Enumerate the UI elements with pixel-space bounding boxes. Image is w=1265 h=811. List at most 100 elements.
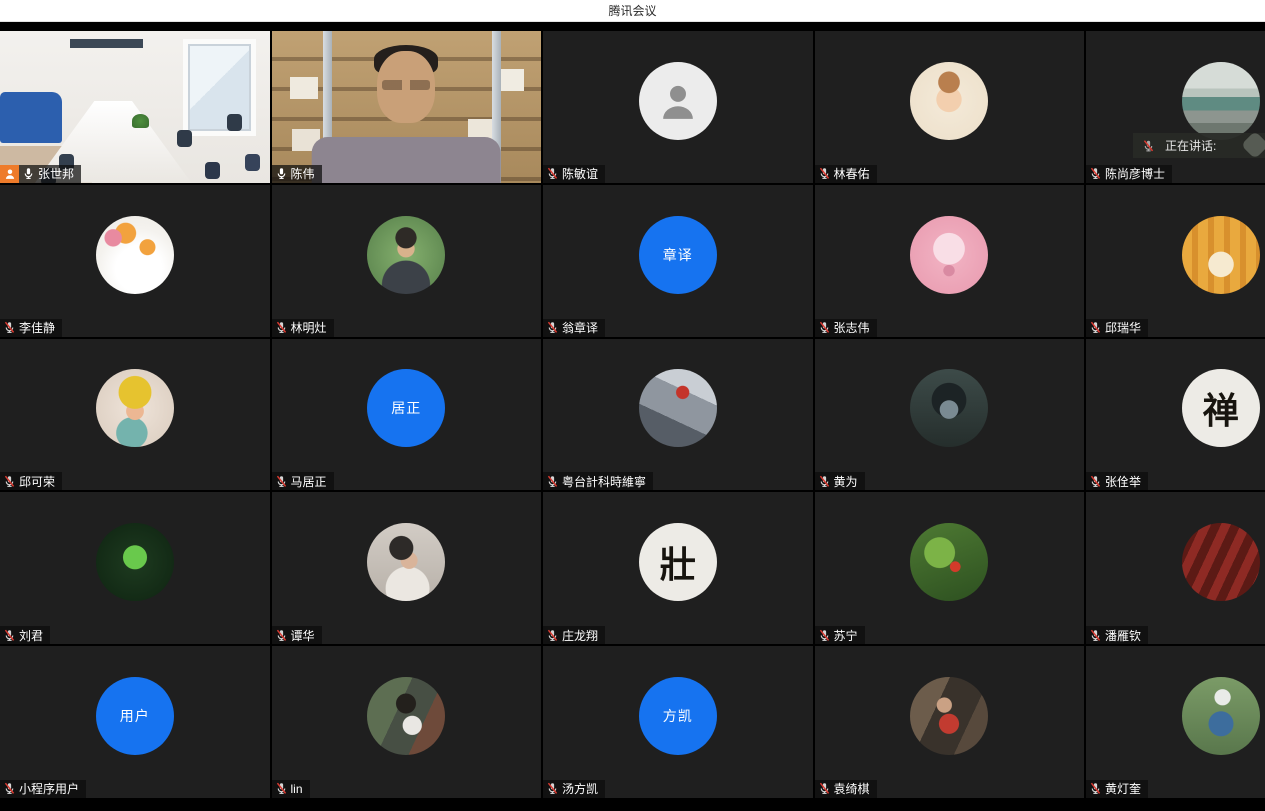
name-bar: 小程序用户 [0, 780, 86, 798]
speaker-avatar-partial [1241, 131, 1265, 159]
participant-tile[interactable]: 李佳静 [0, 185, 270, 337]
participant-name: 林明灶 [291, 319, 327, 336]
participant-tile[interactable]: 苏宁 [815, 492, 1085, 644]
participant-label: 黄灯奎 [1086, 780, 1148, 798]
name-bar: 黄灯奎 [1086, 780, 1148, 798]
mic-muted-icon [275, 629, 288, 642]
participant-tile[interactable]: 谭华 [272, 492, 542, 644]
participant-tile[interactable]: 用户小程序用户 [0, 646, 270, 798]
participant-tile[interactable]: 邱瑞华 [1086, 185, 1265, 337]
participant-avatar [96, 216, 174, 294]
name-bar: 张志伟 [815, 319, 877, 337]
name-bar: 林春佑 [815, 165, 877, 183]
participant-avatar [639, 62, 717, 140]
participant-label: 林春佑 [815, 165, 877, 183]
mic-muted-icon [3, 321, 16, 334]
avatar-initials: 用户 [120, 706, 150, 726]
speaker-shoulders [312, 137, 501, 183]
participant-tile[interactable]: 林明灶 [272, 185, 542, 337]
participant-tile[interactable]: 章译翁章译 [543, 185, 813, 337]
participant-name: 李佳静 [19, 319, 55, 336]
participant-tile[interactable]: 袁绮棋 [815, 646, 1085, 798]
participant-label: 袁绮棋 [815, 780, 877, 798]
mic-muted-icon [3, 629, 16, 642]
participant-name: 潘雁钦 [1105, 627, 1141, 644]
mic-muted-icon [818, 475, 831, 488]
participant-label: 李佳静 [0, 319, 62, 337]
name-bar: 马居正 [272, 472, 334, 490]
participant-name: 黄为 [834, 473, 858, 490]
participant-name: 汤方凯 [562, 780, 598, 797]
participant-avatar: 章译 [639, 216, 717, 294]
meeting-stage: 张世邦陈伟陈敏谊林春佑陈尚彦博士李佳静林明灶章译翁章译张志伟邱瑞华邱可荣居正马居… [0, 22, 1265, 811]
name-bar: 汤方凯 [543, 780, 605, 798]
mic-muted-icon [1089, 321, 1102, 334]
participant-avatar: 壯 [639, 523, 717, 601]
name-bar: 庄龙翔 [543, 626, 605, 644]
name-bar: 张佺举 [1086, 472, 1148, 490]
video-feed [0, 31, 270, 183]
name-bar: 陈尚彦博士 [1086, 165, 1172, 183]
participant-name: 邱可荣 [19, 473, 55, 490]
name-bar: 陈敏谊 [543, 165, 605, 183]
participant-tile[interactable]: 陈敏谊 [543, 31, 813, 183]
participant-avatar [1182, 62, 1260, 140]
participant-avatar: 禅 [1182, 369, 1260, 447]
participant-label: 张志伟 [815, 319, 877, 337]
participant-label: 庄龙翔 [543, 626, 605, 644]
ceiling-beam [70, 39, 143, 48]
participant-tile[interactable]: 林春佑 [815, 31, 1085, 183]
participant-tile[interactable]: 邱可荣 [0, 339, 270, 491]
speaking-indicator: 正在讲话: [1133, 133, 1265, 158]
participant-avatar [910, 216, 988, 294]
participant-tile[interactable]: 壯庄龙翔 [543, 492, 813, 644]
name-bar: 邱瑞华 [1086, 319, 1148, 337]
participant-avatar: 用户 [96, 677, 174, 755]
mic-muted-icon [3, 782, 16, 795]
participant-avatar [1182, 216, 1260, 294]
name-bar: 翁章译 [543, 319, 605, 337]
avatar-initials: 居正 [391, 398, 421, 418]
mic-muted-icon [1089, 167, 1102, 180]
participant-tile[interactable]: 潘雁钦 [1086, 492, 1265, 644]
participant-name: 苏宁 [834, 627, 858, 644]
participant-avatar [367, 216, 445, 294]
participant-tile[interactable]: 禅张佺举 [1086, 339, 1265, 491]
participant-name: 陈尚彦博士 [1105, 165, 1165, 182]
participant-avatar: 居正 [367, 369, 445, 447]
mic-muted-icon [546, 782, 559, 795]
name-bar: 谭华 [272, 626, 322, 644]
participant-tile[interactable]: 黄灯奎 [1086, 646, 1265, 798]
participant-tile[interactable]: 陈尚彦博士 [1086, 31, 1265, 183]
participant-tile[interactable]: 粤台計科時維寧 [543, 339, 813, 491]
participant-name: 邱瑞华 [1105, 319, 1141, 336]
participant-label: 谭华 [272, 626, 322, 644]
avatar-initials: 方凯 [663, 706, 693, 726]
mic-muted-icon [1089, 629, 1102, 642]
participant-avatar [367, 523, 445, 601]
participant-tile[interactable]: 方凯汤方凯 [543, 646, 813, 798]
avatar-character: 禅 [1203, 382, 1239, 434]
participant-tile[interactable]: 张志伟 [815, 185, 1085, 337]
name-bar: 粤台計科時維寧 [543, 472, 653, 490]
participant-name: 张志伟 [834, 319, 870, 336]
participant-label: 陈尚彦博士 [1086, 165, 1172, 183]
participant-label: 翁章译 [543, 319, 605, 337]
participant-label: lin [272, 780, 310, 798]
participant-tile[interactable]: 居正马居正 [272, 339, 542, 491]
books [290, 77, 318, 99]
mic-muted-icon [1089, 475, 1102, 488]
participant-tile[interactable]: 刘君 [0, 492, 270, 644]
participant-name: 袁绮棋 [834, 780, 870, 797]
participant-tile[interactable]: 张世邦 [0, 31, 270, 183]
participant-tile[interactable]: 黄为 [815, 339, 1085, 491]
mic-muted-icon [275, 321, 288, 334]
mic-on-icon [275, 167, 288, 180]
participant-tile[interactable]: lin [272, 646, 542, 798]
participant-name: 林春佑 [834, 165, 870, 182]
participant-avatar: 方凯 [639, 677, 717, 755]
participant-avatar [367, 677, 445, 755]
name-bar: 张世邦 [0, 165, 81, 183]
name-bar: 陈伟 [272, 165, 322, 183]
participant-tile[interactable]: 陈伟 [272, 31, 542, 183]
